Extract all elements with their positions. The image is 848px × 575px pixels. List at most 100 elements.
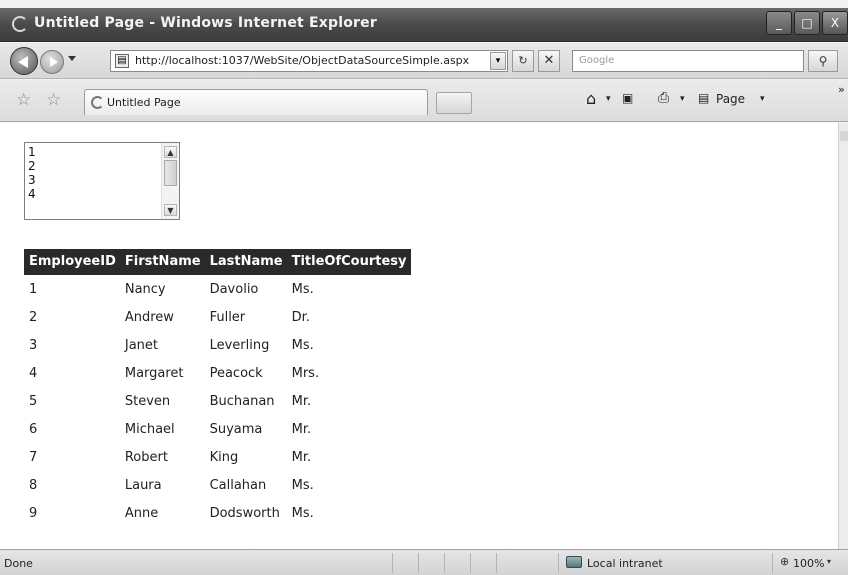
cell-title: Mrs. bbox=[291, 365, 320, 381]
feeds-icon[interactable]: ▣ bbox=[622, 91, 633, 105]
new-tab-button[interactable] bbox=[436, 92, 472, 114]
cell-title: Mr. bbox=[291, 393, 312, 409]
table-row: 6 Michael Suyama Mr. bbox=[24, 415, 411, 443]
cell-last-name: King bbox=[209, 449, 239, 465]
listbox-scrollbar[interactable]: ▲ ▼ bbox=[161, 143, 179, 219]
address-bar: ▤ http://localhost:1037/WebSite/ObjectDa… bbox=[0, 43, 848, 79]
page-menu-icon: ▤ bbox=[698, 91, 710, 105]
listbox-item[interactable]: 1 bbox=[28, 145, 36, 159]
cell-employee-id: 6 bbox=[29, 421, 38, 437]
cell-employee-id: 7 bbox=[29, 449, 38, 465]
print-icon[interactable]: ⎙ bbox=[658, 90, 669, 106]
more-commands-icon[interactable]: » bbox=[838, 83, 845, 96]
home-dropdown-icon[interactable]: ▾ bbox=[606, 94, 611, 104]
status-bar: Done Local intranet ⊕ 100% ▾ bbox=[0, 549, 848, 575]
cell-first-name: Laura bbox=[124, 477, 162, 493]
tab-label: Untitled Page bbox=[107, 96, 181, 109]
page-scrollbar[interactable] bbox=[838, 123, 848, 549]
cell-first-name: Anne bbox=[124, 505, 159, 521]
table-row: 2 Andrew Fuller Dr. bbox=[24, 303, 411, 331]
grid-header-row: EmployeeID FirstName LastName TitleOfCou… bbox=[24, 249, 411, 275]
status-divider bbox=[418, 553, 419, 573]
zoom-icon[interactable]: ⊕ bbox=[780, 555, 789, 568]
cell-title: Ms. bbox=[291, 337, 314, 353]
listbox-item[interactable]: 2 bbox=[28, 159, 36, 173]
cell-first-name: Nancy bbox=[124, 281, 166, 297]
listbox-item[interactable]: 3 bbox=[28, 173, 36, 187]
tab-untitled-page[interactable]: Untitled Page bbox=[84, 89, 428, 115]
url-text[interactable]: http://localhost:1037/WebSite/ObjectData… bbox=[135, 54, 469, 67]
browser-window: Untitled Page - Windows Internet Explore… bbox=[0, 0, 848, 575]
table-row: 3 Janet Leverling Ms. bbox=[24, 331, 411, 359]
table-row: 8 Laura Callahan Ms. bbox=[24, 471, 411, 499]
search-placeholder: Google bbox=[579, 55, 615, 66]
listbox-scroll-thumb[interactable] bbox=[164, 160, 177, 186]
table-row: 7 Robert King Mr. bbox=[24, 443, 411, 471]
cell-last-name: Suyama bbox=[209, 421, 263, 437]
scroll-down-icon[interactable]: ▼ bbox=[164, 204, 177, 216]
ie-logo-icon bbox=[12, 16, 28, 32]
employee-grid: EmployeeID FirstName LastName TitleOfCou… bbox=[24, 249, 411, 527]
page-menu-button[interactable]: Page bbox=[716, 92, 745, 106]
cell-last-name: Leverling bbox=[209, 337, 270, 353]
cell-employee-id: 8 bbox=[29, 477, 38, 493]
minimize-button[interactable]: _ bbox=[766, 11, 792, 35]
print-dropdown-icon[interactable]: ▾ bbox=[680, 94, 685, 104]
cell-title: Ms. bbox=[291, 281, 314, 297]
close-button[interactable]: X bbox=[822, 11, 848, 35]
favorites-star-icon[interactable]: ☆ bbox=[16, 90, 31, 110]
scroll-up-icon[interactable]: ▲ bbox=[164, 146, 177, 158]
cell-first-name: Robert bbox=[124, 449, 168, 465]
status-divider bbox=[470, 553, 471, 573]
ie-page-icon bbox=[91, 96, 104, 109]
page-scroll-thumb[interactable] bbox=[840, 131, 848, 141]
page-icon: ▤ bbox=[115, 54, 129, 68]
column-header: EmployeeID bbox=[24, 249, 120, 275]
cell-last-name: Dodsworth bbox=[209, 505, 280, 521]
window-title: Untitled Page - Windows Internet Explore… bbox=[34, 15, 377, 31]
cell-employee-id: 9 bbox=[29, 505, 38, 521]
employee-id-listbox[interactable]: 1 2 3 4 ▲ ▼ bbox=[24, 142, 180, 220]
url-dropdown-icon[interactable]: ▾ bbox=[490, 52, 506, 70]
table-row: 5 Steven Buchanan Mr. bbox=[24, 387, 411, 415]
zoom-dropdown-icon[interactable]: ▾ bbox=[827, 557, 831, 566]
table-row: 1 Nancy Davolio Ms. bbox=[24, 275, 411, 303]
cell-last-name: Fuller bbox=[209, 309, 246, 325]
table-row: 9 Anne Dodsworth Ms. bbox=[24, 499, 411, 527]
zoom-level[interactable]: 100% bbox=[793, 557, 824, 570]
status-divider bbox=[558, 553, 559, 573]
maximize-button[interactable]: □ bbox=[794, 11, 820, 35]
stop-icon[interactable]: ✕ bbox=[538, 50, 560, 72]
home-icon[interactable]: ⌂ bbox=[586, 89, 596, 108]
cell-last-name: Buchanan bbox=[209, 393, 275, 409]
forward-arrow-icon[interactable] bbox=[40, 50, 64, 74]
search-input[interactable]: Google bbox=[572, 50, 804, 72]
page-dropdown-icon[interactable]: ▾ bbox=[760, 94, 765, 104]
add-favorites-icon[interactable]: ☆ bbox=[46, 90, 61, 110]
status-divider bbox=[392, 553, 393, 573]
cell-employee-id: 3 bbox=[29, 337, 38, 353]
back-arrow-icon[interactable] bbox=[10, 47, 38, 75]
recent-pages-dropdown-icon[interactable] bbox=[68, 56, 76, 61]
tab-bar: ☆ ☆ Untitled Page ⌂ ▾ ▣ ⎙ ▾ ▤ Page ▾ » bbox=[0, 80, 848, 122]
column-header: FirstName bbox=[119, 249, 205, 275]
search-icon[interactable]: ⚲ bbox=[808, 50, 838, 72]
cell-last-name: Peacock bbox=[209, 365, 263, 381]
cell-employee-id: 2 bbox=[29, 309, 38, 325]
cell-employee-id: 5 bbox=[29, 393, 38, 409]
cell-title: Ms. bbox=[291, 505, 314, 521]
cell-title: Dr. bbox=[291, 309, 310, 325]
status-divider bbox=[496, 553, 497, 573]
cell-employee-id: 4 bbox=[29, 365, 38, 381]
cell-title: Ms. bbox=[291, 477, 314, 493]
table-row: 4 Margaret Peacock Mrs. bbox=[24, 359, 411, 387]
cell-first-name: Janet bbox=[124, 337, 158, 353]
security-zone-label[interactable]: Local intranet bbox=[587, 557, 663, 570]
title-bar[interactable]: Untitled Page - Windows Internet Explore… bbox=[0, 8, 848, 42]
url-field[interactable]: ▤ http://localhost:1037/WebSite/ObjectDa… bbox=[110, 50, 508, 72]
listbox-item[interactable]: 4 bbox=[28, 187, 36, 201]
page-content: 1 2 3 4 ▲ ▼ EmployeeID FirstName LastNam… bbox=[0, 123, 838, 549]
cell-first-name: Andrew bbox=[124, 309, 174, 325]
refresh-icon[interactable]: ↻ bbox=[512, 50, 534, 72]
cell-first-name: Steven bbox=[124, 393, 171, 409]
